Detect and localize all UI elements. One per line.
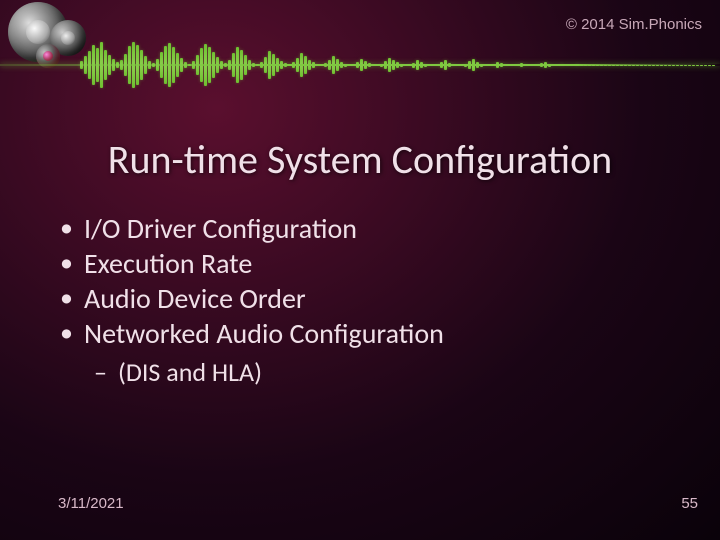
waveform-line: [0, 64, 720, 66]
sub-bullet-item: (DIS and HLA): [58, 356, 680, 388]
copyright-text: © 2014 Sim.Phonics: [566, 16, 702, 33]
bullet-item: I/O Driver Configuration: [58, 212, 680, 246]
bullet-item: Execution Rate: [58, 247, 680, 281]
slide-title: Run-time System Configuration: [0, 135, 720, 184]
header-band: © 2014 Sim.Phonics: [0, 0, 720, 95]
footer-date: 3/11/2021: [58, 495, 124, 512]
footer-page-number: 55: [681, 495, 698, 512]
bullet-item: Networked Audio Configuration: [58, 317, 680, 351]
bullet-item: Audio Device Order: [58, 282, 680, 316]
slide-content: I/O Driver Configuration Execution Rate …: [58, 212, 680, 388]
